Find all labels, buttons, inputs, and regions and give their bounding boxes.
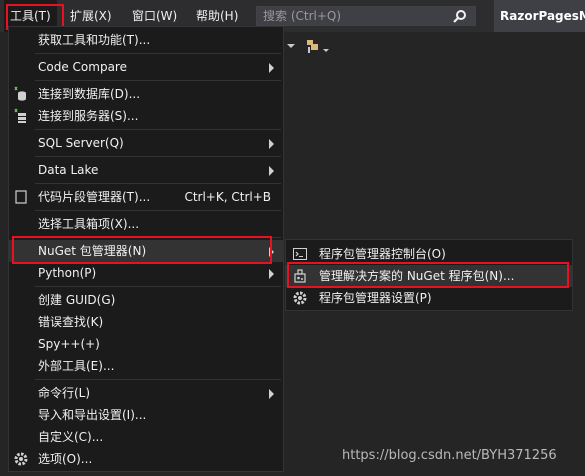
solution-name: RazorPagesM (494, 0, 585, 32)
toolbar-fragment (283, 36, 343, 56)
menu-item-external-tools[interactable]: 外部工具(E)... (9, 355, 283, 377)
menu-item-label: 外部工具(E)... (38, 359, 115, 373)
menu-item-label: 命令行(L) (38, 386, 91, 400)
console-icon (292, 246, 308, 262)
connect-database-icon (13, 86, 29, 102)
menu-separator (35, 237, 281, 238)
menu-separator (35, 129, 281, 130)
submenu-arrow-icon (269, 165, 275, 179)
search-box[interactable]: 搜索 (Ctrl+Q) (256, 6, 476, 26)
menu-separator (35, 80, 281, 81)
menu-item-get-tools[interactable]: 获取工具和功能(T)... (9, 29, 283, 51)
menu-item-python[interactable]: Python(P) (9, 262, 283, 284)
menu-item-label: 创建 GUID(G) (38, 293, 116, 307)
submenu-item-package-settings[interactable]: 程序包管理器设置(P) (286, 287, 572, 309)
menu-item-connect-database[interactable]: 连接到数据库(D)... (9, 83, 283, 105)
menu-item-label: 错误查找(K) (38, 315, 104, 329)
tools-menu: 获取工具和功能(T)... Code Compare 连接到数据库(D)... … (8, 26, 284, 472)
submenu-item-manage-nuget[interactable]: 管理解决方案的 NuGet 程序包(N)... (286, 265, 572, 287)
search-icon[interactable] (453, 9, 467, 26)
menu-separator (35, 183, 281, 184)
menu-item-import-export[interactable]: 导入和导出设置(I)... (9, 404, 283, 426)
menu-item-snippet-manager[interactable]: 代码片段管理器(T)... Ctrl+K, Ctrl+B (9, 186, 283, 208)
snippet-manager-icon (13, 189, 29, 205)
submenu-arrow-icon (269, 138, 275, 152)
menu-item-sql-server[interactable]: SQL Server(Q) (9, 132, 283, 154)
settings-gear-icon (292, 290, 308, 306)
menu-item-label: Data Lake (38, 163, 99, 177)
submenu-arrow-icon (269, 268, 275, 282)
menu-item-create-guid[interactable]: 创建 GUID(G) (9, 289, 283, 311)
menu-item-data-lake[interactable]: Data Lake (9, 159, 283, 181)
menu-item-label: 导入和导出设置(I)... (38, 408, 147, 422)
menu-item-shortcut: Ctrl+K, Ctrl+B (184, 190, 271, 204)
menu-item-label: SQL Server(Q) (38, 136, 124, 150)
toolbar-dropdown-icon[interactable] (283, 36, 343, 56)
submenu-arrow-icon (269, 388, 275, 402)
menu-item-customize[interactable]: 自定义(C)... (9, 426, 283, 448)
menu-separator (35, 53, 281, 54)
submenu-arrow-icon (269, 62, 275, 76)
submenu-arrow-icon (269, 246, 275, 260)
menu-item-label: Code Compare (38, 60, 127, 74)
connect-server-icon (13, 108, 29, 124)
nuget-submenu: 程序包管理器控制台(O) 管理解决方案的 NuGet 程序包(N)... 程序包… (285, 239, 573, 311)
menu-item-label: 选择工具箱项(X)... (38, 217, 140, 231)
menu-item-nuget[interactable]: NuGet 包管理器(N) (9, 240, 283, 262)
menu-item-spy[interactable]: Spy++(+) (9, 333, 283, 355)
menu-item-label: 获取工具和功能(T)... (38, 33, 151, 47)
menu-item-error-lookup[interactable]: 错误查找(K) (9, 311, 283, 333)
menu-item-code-compare[interactable]: Code Compare (9, 56, 283, 78)
menu-separator (35, 210, 281, 211)
nuget-package-icon (292, 268, 308, 284)
submenu-item-label: 管理解决方案的 NuGet 程序包(N)... (319, 269, 515, 283)
menu-item-label: 连接到服务器(S)... (38, 109, 139, 123)
menu-item-options[interactable]: 选项(O)... (9, 448, 283, 470)
search-placeholder: 搜索 (Ctrl+Q) (263, 9, 342, 23)
watermark: https://blog.csdn.net/BYH371256 (342, 448, 557, 463)
menu-item-label: Spy++(+) (38, 337, 100, 351)
menu-item-label: Python(P) (38, 266, 97, 280)
submenu-item-package-console[interactable]: 程序包管理器控制台(O) (286, 243, 572, 265)
submenu-item-label: 程序包管理器控制台(O) (319, 247, 446, 261)
menu-item-label: 自定义(C)... (38, 430, 104, 444)
submenu-item-label: 程序包管理器设置(P) (319, 291, 432, 305)
menu-separator (35, 379, 281, 380)
menu-item-label: 选项(O)... (38, 452, 93, 466)
menu-item-label: NuGet 包管理器(N) (38, 244, 147, 258)
options-gear-icon (13, 451, 29, 467)
menu-separator (35, 156, 281, 157)
menu-separator (35, 286, 281, 287)
menu-item-command-line[interactable]: 命令行(L) (9, 382, 283, 404)
menu-item-label: 连接到数据库(D)... (38, 87, 141, 101)
menu-item-connect-server[interactable]: 连接到服务器(S)... (9, 105, 283, 127)
menu-item-label: 代码片段管理器(T)... (38, 190, 151, 204)
menu-item-choose-toolbox[interactable]: 选择工具箱项(X)... (9, 213, 283, 235)
